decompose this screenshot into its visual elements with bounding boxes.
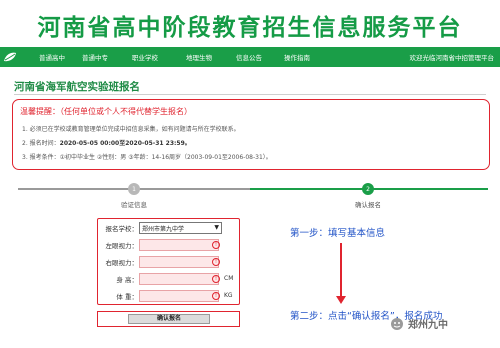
notice-box: 温馨提醒：（任何单位或个人不得代替学生报名） 1. 必须已在学校或教育管理单位完… [12,99,490,170]
watermark: 郑州九中 [390,316,448,331]
page-title: 河南省海军航空实验班报名 [14,81,140,93]
notice-line-collection: 1. 必须已在学校或教育管理单位完成中招信息采集，如有问题请与所在学校联系。 [22,126,240,133]
school-label: 报名学校： [105,225,139,233]
nav-item-announcements[interactable]: 信息公告 [226,52,272,62]
confirm-register-button[interactable]: 确认报名 [128,314,210,324]
notice-heading: 温馨提醒：（任何单位或个人不得代替学生报名） [20,107,192,116]
main-nav: 普通高中 普通中专 职业学校 地理生物 信息公告 操作指南 欢迎光临河南省中招管… [0,47,500,67]
height-input[interactable] [139,273,219,285]
nav-item-regular-secondary[interactable]: 普通中专 [72,52,118,62]
height-label: 身 高： [116,276,138,284]
nav-item-user-guide[interactable]: 操作指南 [272,52,322,62]
arrow-down-icon [336,296,346,304]
left-eye-input[interactable] [139,239,219,251]
step-1-marker: 1 [128,183,140,195]
error-icon: ! [212,275,220,283]
welcome-text: 欢迎光临河南省中招管理平台 [409,54,495,62]
left-eye-label: 左眼视力： [105,242,139,250]
annotation-step-1: 第一步：填写基本信息 [290,228,386,239]
notice-time-dates: 2020-05-05 00:00至2020-05-31 23:59。 [59,140,191,147]
registration-form: 报名学校： 郑州市第九中学 ▼ 左眼视力： ! 右眼视力： ! 身 高： ! C… [97,218,240,305]
height-unit: CM [224,275,234,282]
nav-item-regular-high-school[interactable]: 普通高中 [32,52,72,62]
notice-line-time: 2. 报名时间：2020-05-05 00:00至2020-05-31 23:5… [22,138,191,147]
notice-time-prefix: 2. 报名时间： [22,140,60,147]
notice-line-conditions: 3. 报考条件：①初中毕业生 ②性别：男 ③年龄：14-16周岁（2003-09… [22,154,272,161]
right-eye-input[interactable] [139,256,219,268]
site-title: 河南省高中阶段教育招生信息服务平台 [37,14,463,41]
site-banner: 河南省高中阶段教育招生信息服务平台 [0,0,500,46]
step-1-label: 验证信息 [121,201,147,209]
weight-unit: KG [224,292,233,299]
school-selected-value: 郑州市第九中学 [142,226,185,233]
chevron-down-icon: ▼ [214,224,219,231]
confirm-highlight: 确认报名 [97,311,240,327]
leaf-logo-icon[interactable] [0,47,20,67]
step-2-marker: 2 [362,183,374,195]
weight-label: 体 重： [116,293,138,301]
weight-input[interactable] [139,290,219,302]
nav-item-vocational-school[interactable]: 职业学校 [118,52,172,62]
height-row: 身 高： ! CM [98,273,238,286]
weight-row: 体 重： ! KG [98,290,238,303]
progress-steps: 1 2 验证信息 确认报名 [18,183,488,215]
school-select[interactable]: 郑州市第九中学 ▼ [139,222,222,234]
error-icon: ! [212,258,220,266]
wechat-logo-icon [391,317,403,330]
watermark-text: 郑州九中 [408,320,448,331]
error-icon: ! [212,292,220,300]
left-eye-row: 左眼视力： ! [98,239,238,252]
nav-item-geography-biology[interactable]: 地理生物 [172,52,226,62]
annotation-arrow [340,243,342,299]
right-eye-row: 右眼视力： ! [98,256,238,269]
step-2-label: 确认报名 [355,201,381,209]
right-eye-label: 右眼视力： [105,259,139,267]
school-row: 报名学校： 郑州市第九中学 ▼ [98,222,238,235]
title-divider [14,94,486,95]
error-icon: ! [212,241,220,249]
